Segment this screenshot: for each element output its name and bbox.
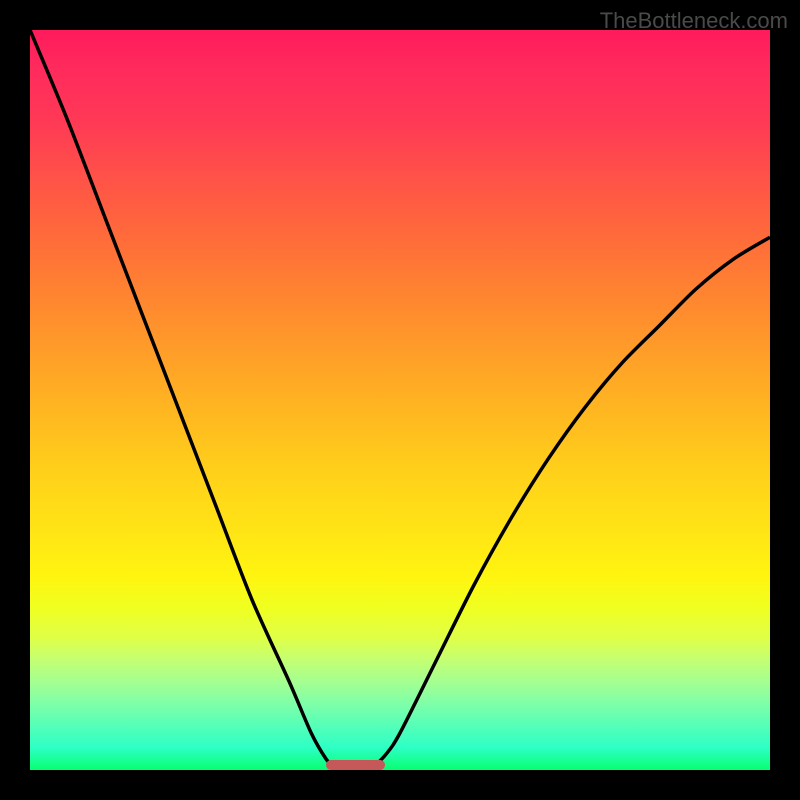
watermark-text: TheBottleneck.com bbox=[600, 8, 788, 34]
left-curve-line bbox=[30, 30, 341, 770]
right-curve-line bbox=[370, 237, 770, 770]
bottleneck-marker bbox=[326, 760, 385, 770]
chart-plot-area bbox=[30, 30, 770, 770]
bottleneck-curves bbox=[30, 30, 770, 770]
